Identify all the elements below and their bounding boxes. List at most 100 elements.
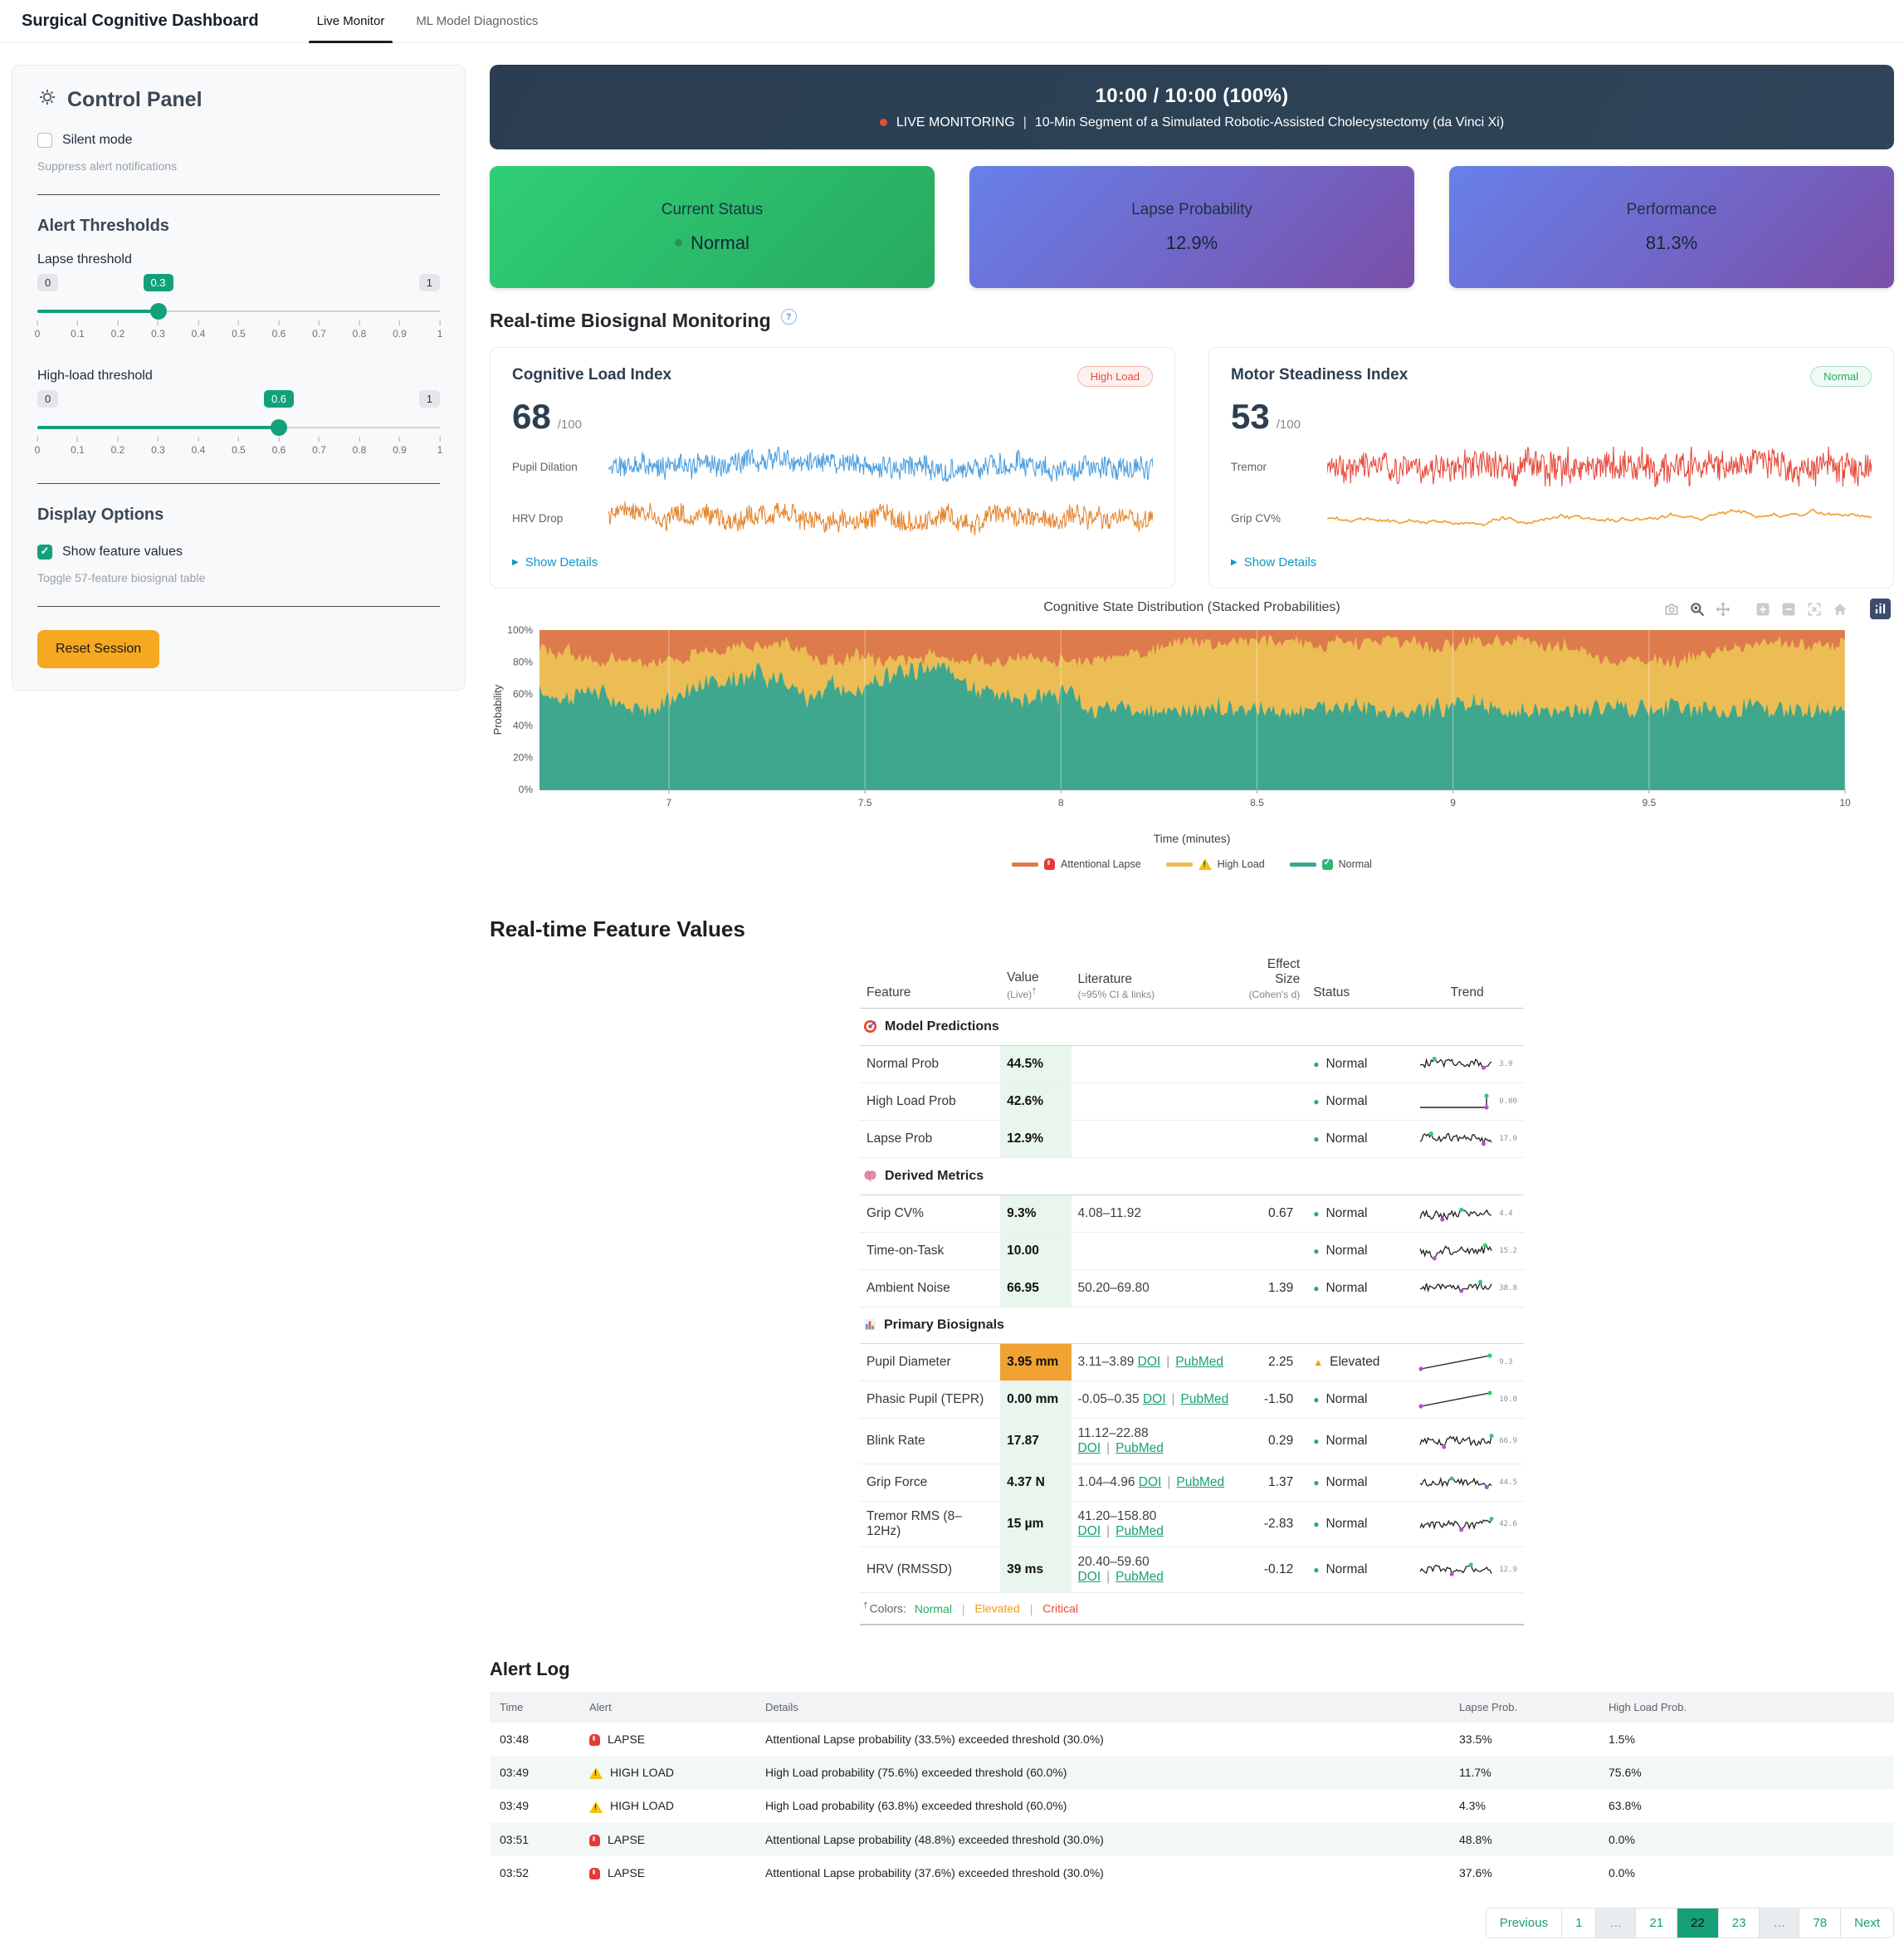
- doi-link[interactable]: DOI: [1139, 1475, 1162, 1489]
- silent-mode-hint: Suppress alert notifications: [37, 159, 440, 173]
- alert-time: 03:49: [490, 1756, 579, 1789]
- alert-row: 03:48 LAPSE Attentional Lapse probabilit…: [490, 1723, 1894, 1756]
- feature-value: 10.00: [1000, 1233, 1071, 1270]
- siren-icon: [589, 1734, 600, 1746]
- lapse-threshold-slider[interactable]: 00.3100.10.20.30.40.50.60.70.80.91: [37, 274, 440, 345]
- pubmed-link[interactable]: PubMed: [1175, 1355, 1223, 1369]
- feature-value: 39 ms: [1000, 1547, 1071, 1593]
- stacked-area-plot[interactable]: Probability0%20%40%60%80%100%77.588.599.…: [490, 625, 1894, 818]
- pubmed-link[interactable]: PubMed: [1116, 1524, 1164, 1538]
- alert-time: 03:48: [490, 1723, 579, 1756]
- feature-name: Normal Prob: [860, 1046, 1000, 1083]
- feature-row: Grip CV% 9.3% 4.08–11.92 0.67 ●Normal 4.…: [860, 1195, 1524, 1233]
- slider-handle[interactable]: [150, 303, 167, 320]
- doi-link[interactable]: DOI: [1143, 1392, 1166, 1406]
- control-panel: Control Panel Silent mode Suppress alert…: [12, 65, 466, 691]
- feature-value: 3.95 mm: [1000, 1344, 1071, 1381]
- silent-mode-checkbox[interactable]: [37, 133, 52, 148]
- autoscale-icon[interactable]: [1804, 599, 1824, 619]
- section-derived-metrics: Derived Metrics: [860, 1158, 1524, 1195]
- brain-icon: [863, 1169, 877, 1187]
- pagination-page-21[interactable]: 21: [1635, 1908, 1677, 1938]
- feature-row: Pupil Diameter 3.95 mm 3.11–3.89 DOI|Pub…: [860, 1344, 1524, 1381]
- gear-icon: [37, 87, 57, 113]
- legend-high-load[interactable]: High Load: [1166, 858, 1265, 870]
- tab-ml-model-diagnostics[interactable]: ML Model Diagnostics: [416, 0, 538, 43]
- feature-effect-size: [1240, 1233, 1306, 1270]
- feature-status: ●Normal: [1306, 1046, 1410, 1083]
- show-feature-values-label: Show feature values: [62, 545, 183, 560]
- pan-icon[interactable]: [1713, 599, 1733, 619]
- card-title: Performance: [1627, 201, 1717, 219]
- pubmed-link[interactable]: PubMed: [1181, 1392, 1229, 1406]
- zoom-in-icon[interactable]: [1753, 599, 1773, 619]
- doi-link[interactable]: DOI: [1138, 1355, 1161, 1369]
- card-title: Lapse Probability: [1131, 201, 1252, 219]
- doi-link[interactable]: DOI: [1078, 1524, 1101, 1538]
- tab-live-monitor[interactable]: Live Monitor: [317, 0, 385, 43]
- feature-row: High Load Prob 42.6% ●Normal 0.00: [860, 1083, 1524, 1121]
- svg-text:20%: 20%: [513, 752, 533, 764]
- help-icon[interactable]: ?: [781, 309, 797, 325]
- feature-value: 66.95: [1000, 1270, 1071, 1307]
- silent-mode-label: Silent mode: [62, 133, 133, 148]
- plotly-logo-icon[interactable]: [1870, 599, 1891, 619]
- zoom-icon[interactable]: [1687, 599, 1707, 619]
- card-value: 12.9%: [1166, 232, 1218, 254]
- feature-status: ●Normal: [1306, 1419, 1410, 1464]
- feature-effect-size: [1240, 1046, 1306, 1083]
- pagination-page-23[interactable]: 23: [1718, 1908, 1760, 1938]
- alert-log-table: Time Alert Details Lapse Prob. High Load…: [490, 1692, 1894, 1889]
- pagination-page-78[interactable]: 78: [1799, 1908, 1840, 1938]
- feature-literature: [1072, 1233, 1240, 1270]
- feature-effect-size: 0.29: [1240, 1419, 1306, 1464]
- chart-legend: Attentional Lapse High Load Normal: [490, 858, 1894, 870]
- pagination-ellipsis: …: [1595, 1908, 1635, 1938]
- legend-attentional-lapse[interactable]: Attentional Lapse: [1012, 858, 1141, 870]
- score-denominator: /100: [1277, 418, 1301, 432]
- cognitive-state-chart: Cognitive State Distribution (Stacked Pr…: [490, 600, 1894, 870]
- pagination-previous[interactable]: Previous: [1487, 1908, 1561, 1938]
- control-panel-title: Control Panel: [37, 87, 440, 113]
- feature-literature: [1072, 1083, 1240, 1121]
- alert-time: 03:52: [490, 1856, 579, 1889]
- feature-value: 12.9%: [1000, 1121, 1071, 1158]
- zoom-out-icon[interactable]: [1779, 599, 1799, 619]
- signal-label: Grip CV%: [1231, 512, 1317, 525]
- feature-trend: 38.8: [1410, 1270, 1524, 1307]
- show-details-toggle[interactable]: ▶ Show Details: [512, 555, 1153, 569]
- alert-log-heading: Alert Log: [490, 1659, 1894, 1680]
- pagination-page-22-active[interactable]: 22: [1677, 1908, 1718, 1938]
- svg-text:40%: 40%: [513, 720, 533, 731]
- show-feature-values-checkbox[interactable]: [37, 545, 52, 560]
- legend-normal[interactable]: Normal: [1290, 858, 1372, 870]
- warning-icon: [1199, 858, 1212, 870]
- pubmed-link[interactable]: PubMed: [1176, 1475, 1224, 1489]
- doi-link[interactable]: DOI: [1078, 1570, 1101, 1584]
- feature-name: Blink Rate: [860, 1419, 1000, 1464]
- highload-threshold-slider[interactable]: 00.6100.10.20.30.40.50.60.70.80.91: [37, 390, 440, 462]
- signal-label: Pupil Dilation: [512, 461, 598, 473]
- score-denominator: /100: [558, 418, 582, 432]
- slider-handle[interactable]: [271, 419, 287, 436]
- alert-time: 03:49: [490, 1789, 579, 1822]
- home-icon[interactable]: [1830, 599, 1850, 619]
- reset-session-button[interactable]: Reset Session: [37, 630, 159, 668]
- divider: [37, 606, 440, 607]
- performance-card: Performance 81.3%: [1449, 166, 1894, 288]
- feature-trend: 4.4: [1410, 1195, 1524, 1233]
- show-details-toggle[interactable]: ▶ Show Details: [1231, 555, 1872, 569]
- biosignal-cards-row: Cognitive Load Index High Load 68 /100 P…: [490, 347, 1894, 589]
- alert-lapse-prob: 4.3%: [1449, 1789, 1599, 1822]
- pagination-page-1[interactable]: 1: [1561, 1908, 1595, 1938]
- pubmed-link[interactable]: PubMed: [1116, 1570, 1164, 1584]
- pagination-next[interactable]: Next: [1840, 1908, 1893, 1938]
- plotly-modebar: [1662, 599, 1891, 619]
- pubmed-link[interactable]: PubMed: [1116, 1441, 1164, 1455]
- feature-literature: 1.04–4.96 DOI|PubMed: [1072, 1464, 1240, 1502]
- feature-effect-size: [1240, 1083, 1306, 1121]
- motor-steadiness-card: Motor Steadiness Index Normal 53 /100 Tr…: [1208, 347, 1894, 589]
- feature-literature: [1072, 1046, 1240, 1083]
- doi-link[interactable]: DOI: [1078, 1441, 1101, 1455]
- camera-icon[interactable]: [1662, 599, 1682, 619]
